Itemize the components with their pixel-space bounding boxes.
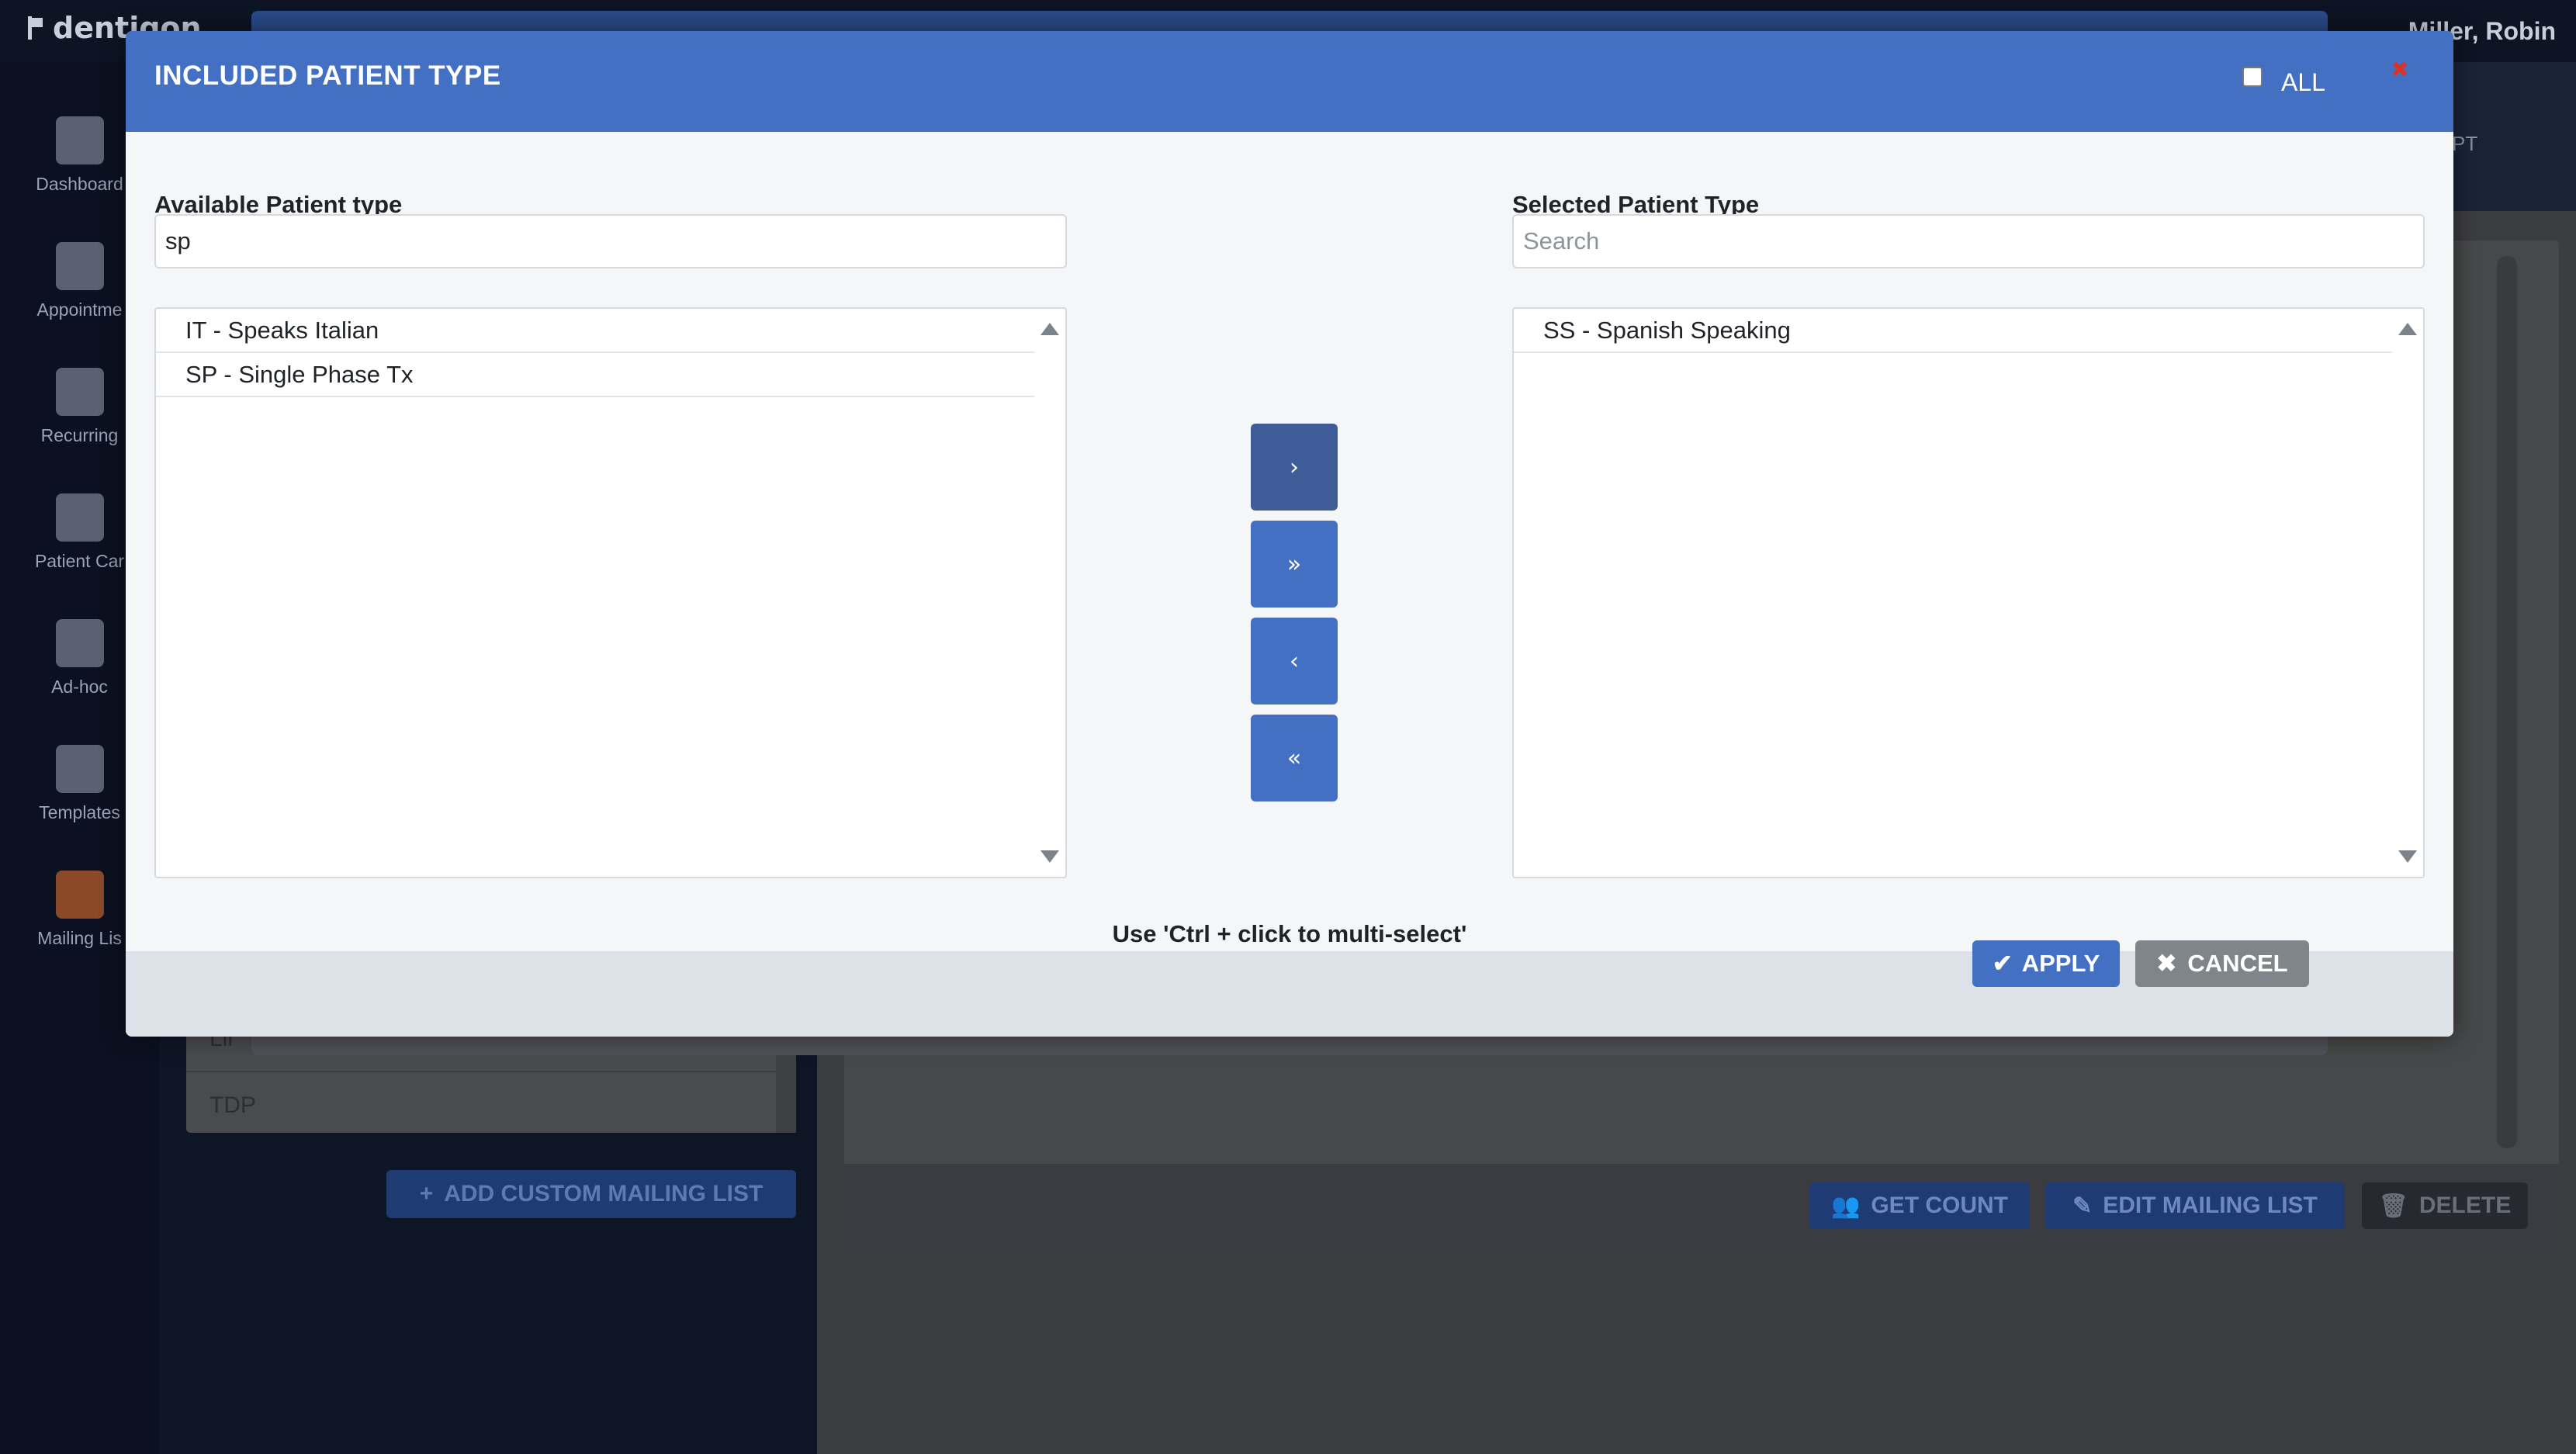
sidebar-item-label: Templates [39,802,120,822]
trash-icon: 🗑 [2378,1193,2408,1219]
sidebar-item-label: Ad-hoc [51,677,108,697]
list-item[interactable]: IT - Speaks Italian [156,309,1034,353]
templates-icon [55,745,104,793]
sidebar-item-label: Mailing Lis [37,928,122,948]
delete-button[interactable]: 🗑 DELETE [2362,1182,2528,1229]
apply-button[interactable]: ✔ APPLY [1972,940,2120,987]
list-divider [186,1071,776,1072]
dashboard-icon [55,116,104,164]
included-patient-type-dialog: INCLUDED PATIENT TYPE ALL ✖ Available Pa… [126,31,2453,1037]
patient-care-icon [55,493,104,542]
list-item[interactable]: TDP [209,1092,256,1119]
pencil-icon: ✎ [2072,1193,2093,1219]
move-all-left-button[interactable]: « [1251,715,1338,801]
add-custom-mailing-list-button[interactable]: + ADD CUSTOM MAILING LIST [386,1170,796,1218]
list-item[interactable]: SS - Spanish Speaking [1514,309,2392,353]
button-label: CANCEL [2187,950,2288,977]
edit-mailing-list-button[interactable]: ✎ EDIT MAILING LIST [2045,1182,2345,1229]
check-icon: ✔ [1992,950,2013,977]
ad-hoc-icon [55,619,104,667]
close-icon: ✖ [2156,950,2177,977]
mailing-list-icon [55,871,104,919]
appointments-icon [55,242,104,290]
button-label: ADD CUSTOM MAILING LIST [444,1181,763,1206]
dialog-header: INCLUDED PATIENT TYPE ALL ✖ [126,31,2453,132]
button-label: EDIT MAILING LIST [2103,1193,2318,1218]
sidebar-item-label: Dashboard [36,174,123,194]
users-icon: 👥 [1830,1193,1861,1219]
dialog-title: INCLUDED PATIENT TYPE [154,61,501,91]
recurring-icon [55,368,104,416]
plus-icon: + [419,1181,434,1206]
header-tag: PT [2452,132,2478,155]
move-all-right-button[interactable]: » [1251,521,1338,608]
scroll-down-arrow-icon[interactable] [1040,850,1059,863]
available-search-input[interactable] [154,214,1067,268]
move-selected-right-button[interactable]: › [1251,424,1338,511]
sidebar-item-label: Appointme [36,299,123,320]
scroll-down-arrow-icon[interactable] [2398,850,2417,863]
sidebar-item-label: Patient Car [34,551,125,571]
button-label: DELETE [2418,1193,2512,1218]
available-patient-type-list[interactable]: IT - Speaks Italian SP - Single Phase Tx [154,307,1067,878]
list-item[interactable]: SP - Single Phase Tx [156,353,1034,397]
scroll-up-arrow-icon[interactable] [1040,323,1059,335]
selected-search-input[interactable] [1512,214,2425,268]
close-icon[interactable]: ✖ [2388,57,2412,82]
all-label[interactable]: ALL [2281,68,2325,97]
get-count-button[interactable]: 👥 GET COUNT [1809,1182,2030,1229]
button-label: APPLY [2021,950,2100,977]
flag-icon [28,16,45,40]
details-scrollbar[interactable] [2497,256,2517,1148]
scroll-up-arrow-icon[interactable] [2398,323,2417,335]
selected-patient-type-list[interactable]: SS - Spanish Speaking [1512,307,2425,878]
all-checkbox[interactable] [2242,67,2263,87]
button-label: GET COUNT [1871,1193,2009,1218]
sidebar-item-label: Recurring [40,425,119,445]
cancel-button[interactable]: ✖ CANCEL [2135,940,2309,987]
move-selected-left-button[interactable]: ‹ [1251,618,1338,704]
